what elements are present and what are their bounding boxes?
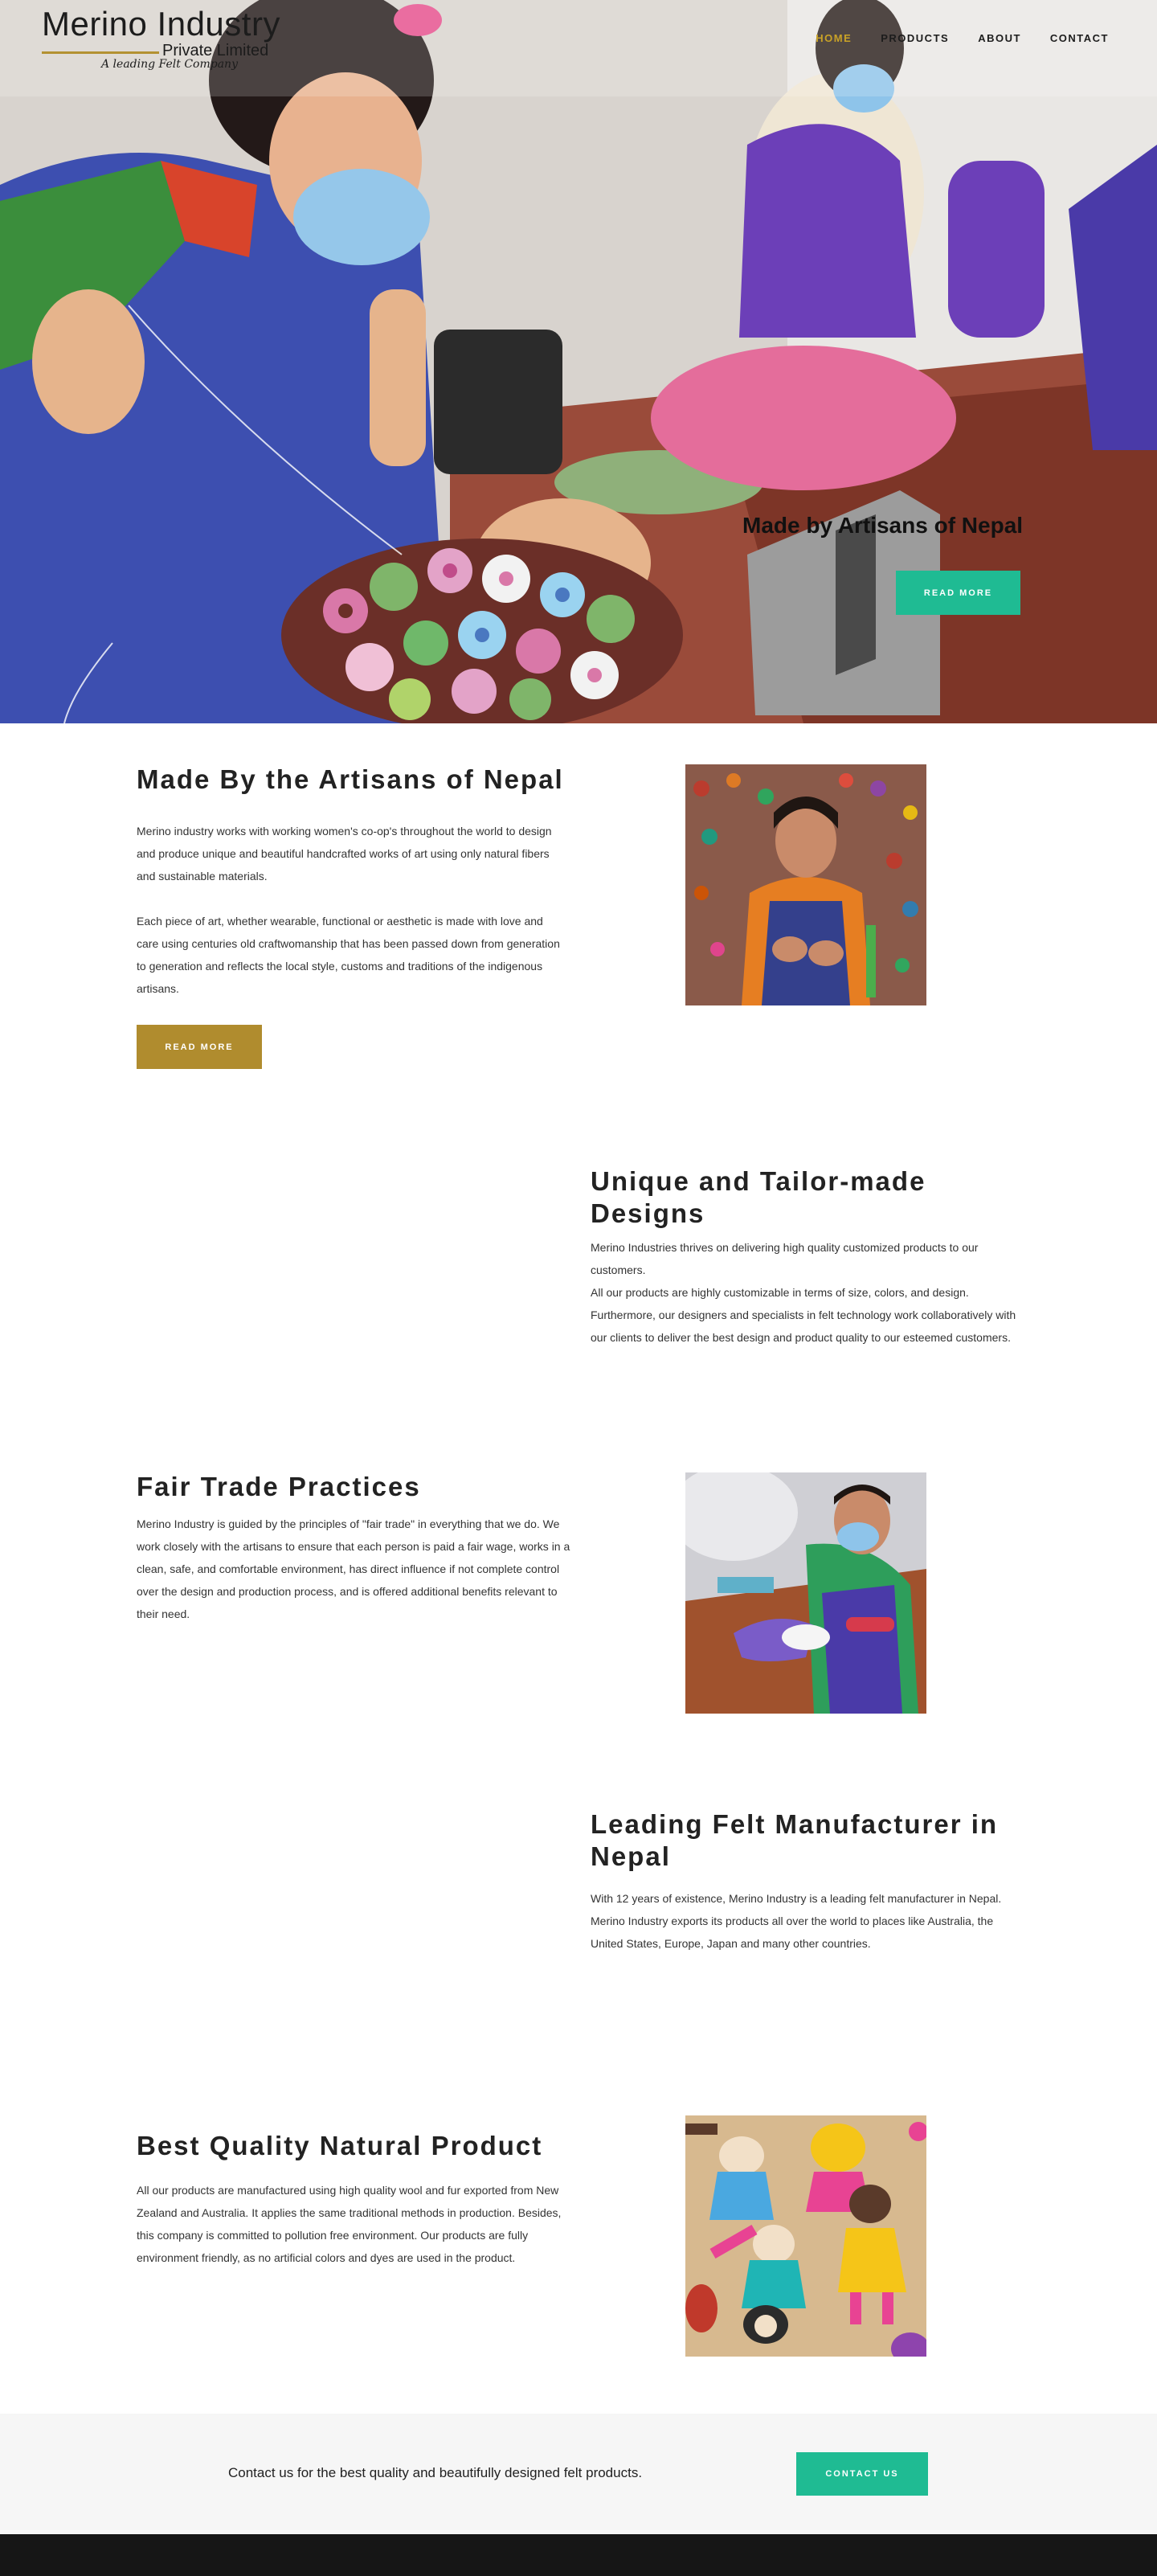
section-title-fair-trade: Fair Trade Practices: [137, 1472, 421, 1501]
artisan-portrait-photo: [685, 764, 926, 1005]
footer-bar: [0, 2534, 1157, 2576]
brand-tagline: A leading Felt Company: [101, 58, 238, 71]
main-nav: HOME PRODUCTS ABOUT CONTACT: [787, 32, 1109, 44]
paragraph: Each piece of art, whether wearable, fun…: [137, 915, 560, 995]
section-text-designs: Merino Industries thrives on delivering …: [591, 1236, 1024, 1349]
hero-read-more-button[interactable]: READ MORE: [896, 571, 1020, 615]
section-title-designs: Unique and Tailor-made Designs: [591, 1166, 926, 1228]
paragraph: Merino Industries thrives on delivering …: [591, 1241, 979, 1276]
contact-cta-band: Contact us for the best quality and beau…: [0, 2414, 1157, 2534]
nav-item-products[interactable]: PRODUCTS: [881, 32, 949, 44]
brand-name: Merino Industry: [42, 5, 280, 43]
section-text-quality: All our products are manufactured using …: [137, 2179, 570, 2269]
nav-item-home[interactable]: HOME: [816, 32, 852, 44]
paragraph: With 12 years of existence, Merino Indus…: [591, 1892, 1002, 1950]
brand-logo[interactable]: Merino Industry Private Limited A leadin…: [42, 5, 291, 76]
section-title-artisans: Made By the Artisans of Nepal: [137, 764, 564, 794]
hero-photo: [0, 0, 1157, 723]
artisans-read-more-button[interactable]: READ MORE: [137, 1025, 262, 1069]
contact-us-button[interactable]: CONTACT US: [796, 2452, 928, 2496]
nav-item-about[interactable]: ABOUT: [978, 32, 1021, 44]
paragraph: Merino Industry is guided by the princip…: [137, 1517, 570, 1620]
section-title-quality: Best Quality Natural Product: [137, 2131, 543, 2160]
felt-crafting-photo: [685, 1472, 926, 1714]
hero-banner: Merino Industry Private Limited A leadin…: [0, 0, 1157, 723]
cta-text: Contact us for the best quality and beau…: [228, 2465, 643, 2480]
section-text-fair-trade: Merino Industry is guided by the princip…: [137, 1513, 570, 1625]
paragraph: All our products are highly customizable…: [591, 1286, 1016, 1344]
section-text-manufacturer: With 12 years of existence, Merino Indus…: [591, 1887, 1012, 1955]
section-text-artisans: Merino industry works with working women…: [137, 820, 562, 1022]
brand-rule: [42, 51, 159, 54]
nav-item-contact[interactable]: CONTACT: [1050, 32, 1109, 44]
section-title-manufacturer: Leading Felt Manufacturer in Nepal: [591, 1809, 999, 1871]
paragraph: Merino industry works with working women…: [137, 825, 552, 883]
felt-dolls-photo: [685, 2115, 926, 2357]
paragraph: All our products are manufactured using …: [137, 2184, 562, 2264]
hero-caption: Made by Artisans of Nepal: [742, 513, 1024, 538]
